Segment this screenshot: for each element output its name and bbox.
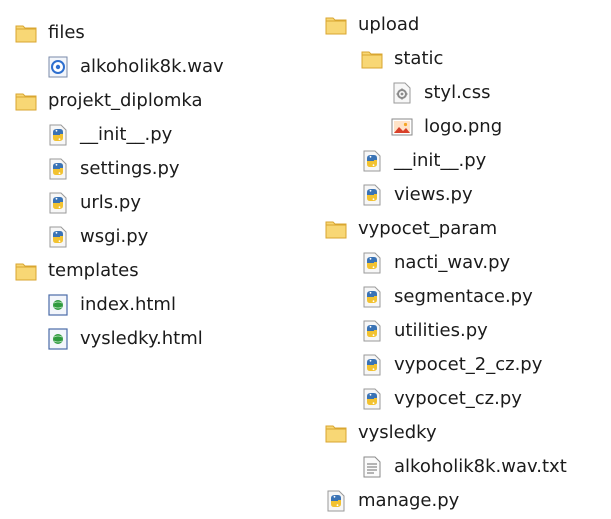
item-label: urls.py xyxy=(80,192,141,213)
item-label: wsgi.py xyxy=(80,226,149,247)
text-file-icon xyxy=(360,455,384,479)
item-label: alkoholik8k.wav.txt xyxy=(394,456,567,477)
item-label: styl.css xyxy=(424,82,491,103)
folder-icon xyxy=(324,217,348,241)
file-item[interactable]: alkoholik8k.wav xyxy=(0,50,300,84)
file-item[interactable]: urls.py xyxy=(0,186,300,220)
python-file-icon xyxy=(46,157,70,181)
item-label: alkoholik8k.wav xyxy=(80,56,224,77)
file-item[interactable]: vypocet_cz.py xyxy=(316,382,611,416)
image-file-icon xyxy=(390,115,414,139)
file-item[interactable]: logo.png xyxy=(316,110,611,144)
item-label: projekt_diplomka xyxy=(48,90,203,111)
folder-icon xyxy=(14,259,38,283)
item-label: manage.py xyxy=(358,490,460,511)
folder-item[interactable]: vysledky xyxy=(316,416,611,450)
css-file-icon xyxy=(390,81,414,105)
python-file-icon xyxy=(46,225,70,249)
item-label: segmentace.py xyxy=(394,286,533,307)
python-file-icon xyxy=(360,183,384,207)
file-item[interactable]: manage.py xyxy=(316,484,611,518)
item-label: views.py xyxy=(394,184,473,205)
folder-item[interactable]: upload xyxy=(316,8,611,42)
python-file-icon xyxy=(360,251,384,275)
python-file-icon xyxy=(360,285,384,309)
item-label: files xyxy=(48,22,85,43)
file-item[interactable]: alkoholik8k.wav.txt xyxy=(316,450,611,484)
right-file-tree: upload static styl.css logo.png __init__… xyxy=(316,8,611,518)
file-item[interactable]: index.html xyxy=(0,288,300,322)
python-file-icon xyxy=(324,489,348,513)
left-file-tree: files alkoholik8k.wav projekt_diplomka _… xyxy=(0,16,300,356)
item-label: vypocet_param xyxy=(358,218,498,239)
item-label: index.html xyxy=(80,294,176,315)
file-item[interactable]: __init__.py xyxy=(316,144,611,178)
file-item[interactable]: __init__.py xyxy=(0,118,300,152)
file-item[interactable]: vypocet_2_cz.py xyxy=(316,348,611,382)
file-item[interactable]: nacti_wav.py xyxy=(316,246,611,280)
python-file-icon xyxy=(46,123,70,147)
item-label: __init__.py xyxy=(80,124,173,145)
html-file-icon xyxy=(46,327,70,351)
folder-item[interactable]: projekt_diplomka xyxy=(0,84,300,118)
file-item[interactable]: segmentace.py xyxy=(316,280,611,314)
item-label: upload xyxy=(358,14,420,35)
audio-file-icon xyxy=(46,55,70,79)
folder-item[interactable]: static xyxy=(316,42,611,76)
folder-item[interactable]: templates xyxy=(0,254,300,288)
python-file-icon xyxy=(360,149,384,173)
item-label: logo.png xyxy=(424,116,503,137)
folder-icon xyxy=(360,47,384,71)
file-item[interactable]: vysledky.html xyxy=(0,322,300,356)
item-label: vypocet_cz.py xyxy=(394,388,522,409)
python-file-icon xyxy=(360,319,384,343)
python-file-icon xyxy=(46,191,70,215)
file-item[interactable]: wsgi.py xyxy=(0,220,300,254)
item-label: __init__.py xyxy=(394,150,487,171)
file-item[interactable]: views.py xyxy=(316,178,611,212)
folder-icon xyxy=(324,13,348,37)
item-label: nacti_wav.py xyxy=(394,252,511,273)
python-file-icon xyxy=(360,353,384,377)
python-file-icon xyxy=(360,387,384,411)
item-label: utilities.py xyxy=(394,320,488,341)
file-item[interactable]: styl.css xyxy=(316,76,611,110)
item-label: static xyxy=(394,48,444,69)
file-item[interactable]: settings.py xyxy=(0,152,300,186)
item-label: vypocet_2_cz.py xyxy=(394,354,543,375)
item-label: templates xyxy=(48,260,139,281)
html-file-icon xyxy=(46,293,70,317)
item-label: vysledky xyxy=(358,422,437,443)
item-label: settings.py xyxy=(80,158,180,179)
folder-icon xyxy=(14,21,38,45)
item-label: vysledky.html xyxy=(80,328,203,349)
file-item[interactable]: utilities.py xyxy=(316,314,611,348)
folder-item[interactable]: files xyxy=(0,16,300,50)
folder-icon xyxy=(324,421,348,445)
folder-icon xyxy=(14,89,38,113)
folder-item[interactable]: vypocet_param xyxy=(316,212,611,246)
